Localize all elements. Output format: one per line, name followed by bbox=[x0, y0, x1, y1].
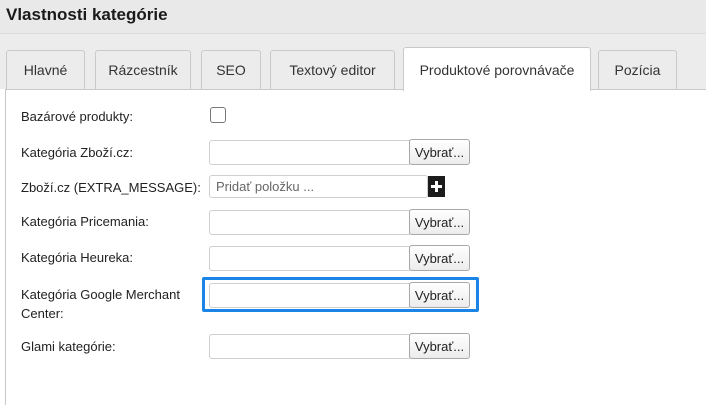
google-merchant-category-input[interactable] bbox=[209, 283, 410, 308]
pricemania-choose-button[interactable]: Vybrať... bbox=[409, 209, 470, 235]
form: Bazárové produkty: Kategória Zboží.cz: V… bbox=[0, 0, 706, 405]
google-merchant-label: Kategória Google Merchant Center: bbox=[21, 287, 180, 321]
zbozi-extra-input[interactable] bbox=[209, 175, 428, 198]
bazar-label: Bazárové produkty: bbox=[21, 109, 134, 124]
zbozi-category-input[interactable] bbox=[209, 140, 410, 165]
glami-category-input[interactable] bbox=[209, 334, 410, 359]
add-item-button[interactable] bbox=[428, 176, 445, 197]
glami-choose-button[interactable]: Vybrať... bbox=[409, 333, 470, 359]
zbozi-extra-label: Zboží.cz (EXTRA_MESSAGE): bbox=[21, 180, 201, 195]
google-merchant-choose-button[interactable]: Vybrať... bbox=[409, 282, 470, 308]
zbozi-choose-button[interactable]: Vybrať... bbox=[409, 139, 470, 165]
zbozi-label: Kategória Zboží.cz: bbox=[21, 145, 133, 160]
plus-icon bbox=[431, 181, 442, 192]
heureka-category-input[interactable] bbox=[209, 246, 410, 271]
glami-label: Glami kategórie: bbox=[21, 339, 116, 354]
bazar-checkbox[interactable] bbox=[210, 107, 226, 123]
pricemania-label: Kategória Pricemania: bbox=[21, 214, 149, 229]
heureka-label: Kategória Heureka: bbox=[21, 250, 134, 265]
heureka-choose-button[interactable]: Vybrať... bbox=[409, 245, 470, 271]
pricemania-category-input[interactable] bbox=[209, 210, 410, 235]
